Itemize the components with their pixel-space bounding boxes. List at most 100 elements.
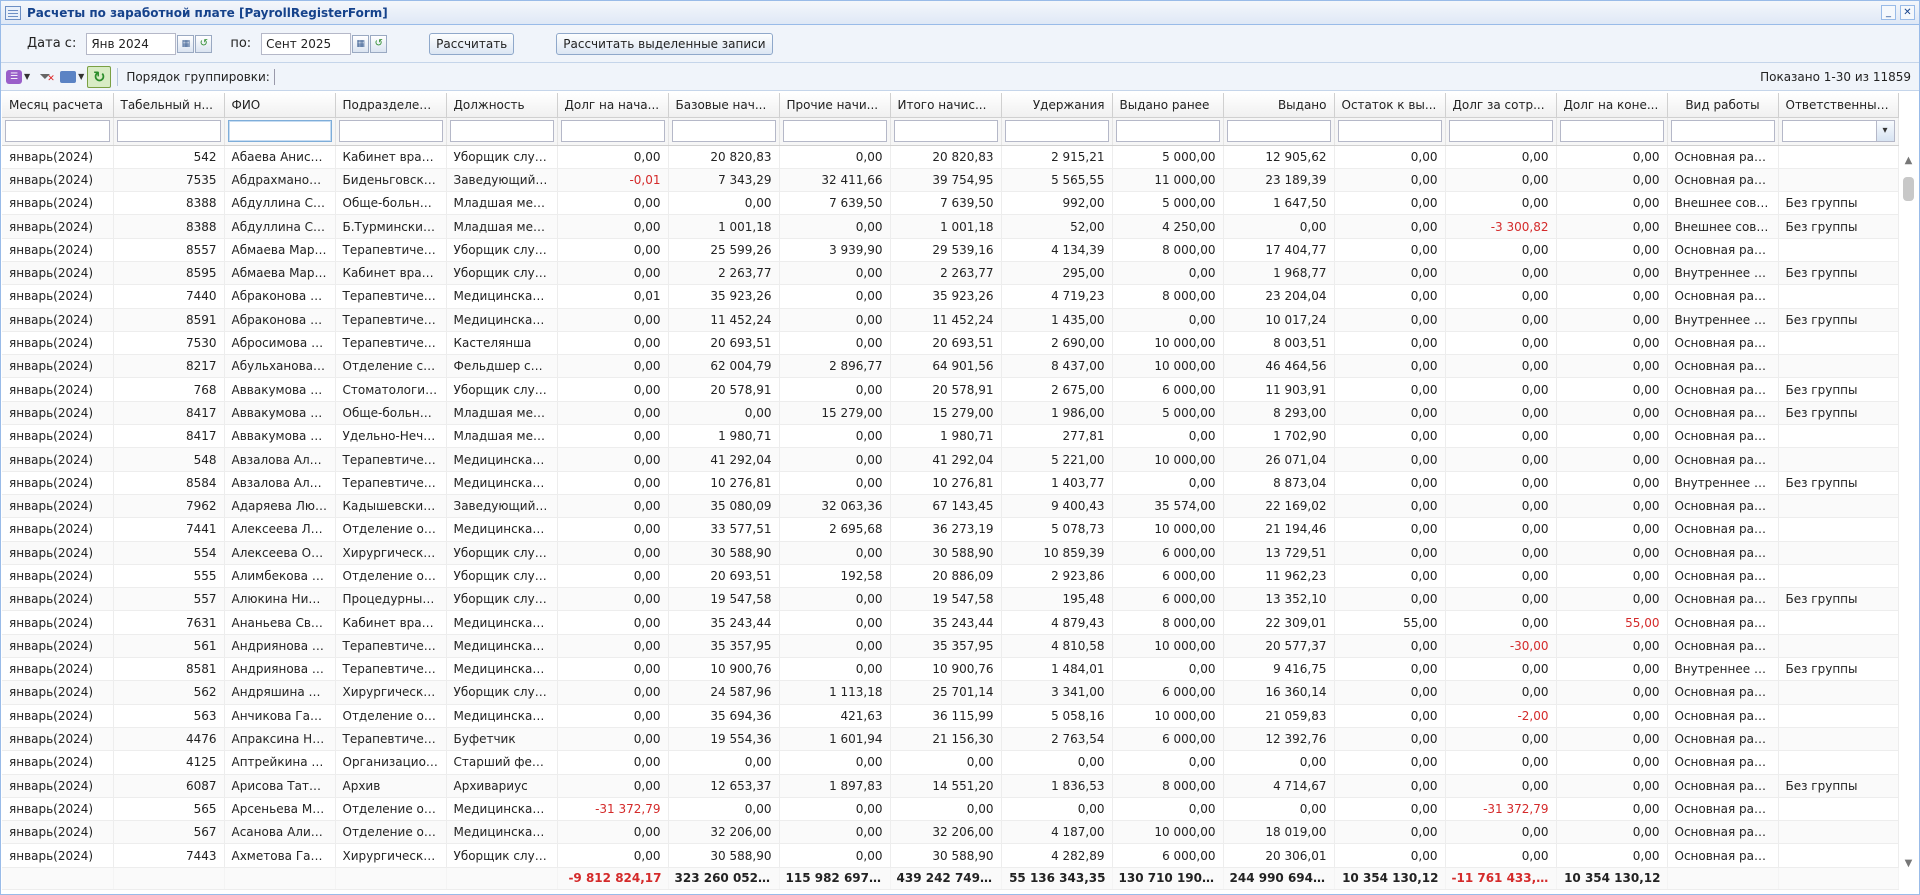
table-row[interactable]: январь(2024) 7530 Абросимова Ма... Терапевт…: [2, 331, 1899, 356]
table-cell: январь(2024): [2, 820, 114, 845]
table-cell: Биденьговский ...: [335, 168, 447, 193]
filter-input[interactable]: [227, 120, 332, 142]
table-row[interactable]: январь(2024) 8584 Авзалова Альб... Терапевт…: [2, 471, 1899, 495]
table-row[interactable]: январь(2024) 555 Алимбекова Ру... Отделение…: [2, 564, 1899, 589]
vertical-scrollbar[interactable]: ▲ ▼: [1900, 153, 1917, 871]
table-row[interactable]: январь(2024) 768 Аввакумова Га... Стоматоло…: [2, 377, 1899, 402]
table-row[interactable]: январь(2024) 6087 Арисова Татьян... Архив Ар…: [2, 774, 1899, 798]
column-header[interactable]: ФИО: [224, 93, 336, 118]
table-cell: январь(2024): [2, 354, 114, 379]
table-row[interactable]: январь(2024) 4476 Апраксина Нат... Терапевт…: [2, 727, 1899, 752]
filter-input[interactable]: [1004, 120, 1109, 142]
filter-input[interactable]: [116, 120, 221, 142]
filter-input[interactable]: [893, 120, 998, 142]
table-row[interactable]: январь(2024) 8595 Абмаева Марин... Кабинет …: [2, 261, 1899, 286]
table-row[interactable]: январь(2024) 7631 Ананьева Свет... Кабинет …: [2, 610, 1899, 635]
table-cell: 0,00: [557, 261, 669, 286]
date-from-input[interactable]: Янв 2024: [86, 32, 177, 55]
calculate-selected-button[interactable]: Рассчитать выделенные записи: [556, 32, 773, 55]
table-row[interactable]: январь(2024) 8417 Аввакумова На... Обще-бол…: [2, 401, 1899, 426]
table-row[interactable]: январь(2024) 8581 Андриянова Та... Терапевт…: [2, 657, 1899, 682]
table-cell: январь(2024): [2, 145, 114, 169]
table-cell: 5 000,00: [1112, 191, 1224, 216]
table-row[interactable]: январь(2024) 8417 Аввакумова На... Удельно-…: [2, 424, 1899, 449]
table-row[interactable]: январь(2024) 7535 Абдрахманова ... Биденьго…: [2, 168, 1899, 193]
minimize-button[interactable]: _: [1881, 5, 1896, 20]
calendar-icon[interactable]: ▦: [352, 34, 370, 53]
filter-input[interactable]: [1337, 120, 1442, 142]
column-header[interactable]: Ответственный...: [1778, 93, 1899, 118]
table-row[interactable]: январь(2024) 567 Асанова Алия И... Отделени…: [2, 820, 1899, 845]
table-row[interactable]: январь(2024) 7441 Алексеева Лид... Отделени…: [2, 517, 1899, 542]
column-header[interactable]: Долг на коне...: [1556, 93, 1668, 118]
date-to-input[interactable]: Сент 2025: [261, 32, 352, 55]
table-row[interactable]: январь(2024) 554 Алексеева Ольг... Хирургич…: [2, 541, 1899, 565]
filter-input[interactable]: [1448, 120, 1553, 142]
table-row[interactable]: январь(2024) 7443 Ахметова Гали... Хирургич…: [2, 843, 1899, 868]
filter-input[interactable]: [1670, 120, 1775, 142]
table-row[interactable]: январь(2024) 8217 Абульханова Гу... Отделен…: [2, 354, 1899, 379]
filter-input[interactable]: [560, 120, 665, 142]
table-row[interactable]: январь(2024) 8388 Абдуллина Сир... Обще-бол…: [2, 191, 1899, 216]
table-cell: 1 001,18: [668, 214, 780, 239]
reset-date-icon[interactable]: ↺: [195, 34, 213, 53]
column-header[interactable]: Долг на нача...: [557, 93, 669, 118]
column-header[interactable]: Подразделение: [335, 93, 447, 118]
table-row[interactable]: январь(2024) 7440 Абраконова Ел... Терапевт…: [2, 284, 1899, 309]
filter-input[interactable]: [1559, 120, 1664, 142]
columns-menu-button[interactable]: ☰ ▼: [5, 66, 31, 88]
column-header[interactable]: Табельный н...: [113, 93, 225, 118]
table-cell: Отделение орг...: [335, 820, 447, 845]
column-header[interactable]: Итого начис...: [890, 93, 1002, 118]
table-cell: 563: [113, 704, 225, 728]
filter-input[interactable]: [782, 120, 887, 142]
scroll-down-icon[interactable]: ▼: [1903, 858, 1914, 869]
column-header[interactable]: Выдано: [1223, 93, 1335, 118]
table-cell: 10 276,81: [890, 471, 1002, 495]
table-row[interactable]: январь(2024) 565 Арсеньева Мар... Отделение…: [2, 797, 1899, 822]
close-button[interactable]: ✕: [1900, 5, 1915, 20]
scroll-up-icon[interactable]: ▲: [1903, 155, 1914, 166]
table-cell: 10 900,76: [890, 657, 1002, 682]
table-cell: Уборщик служе...: [446, 564, 558, 589]
calendar-icon[interactable]: ▦: [177, 34, 195, 53]
filter-input[interactable]: [5, 120, 110, 142]
table-cell: 542: [113, 145, 225, 169]
column-header[interactable]: Месяц расчета: [2, 93, 114, 118]
filter-input[interactable]: [1226, 120, 1331, 142]
clear-filter-button[interactable]: ⏷: [33, 66, 57, 88]
table-row[interactable]: январь(2024) 563 Анчикова Гали... Отделение…: [2, 704, 1899, 728]
scrollbar-thumb[interactable]: [1903, 177, 1914, 201]
table-cell: 0,00: [1556, 541, 1668, 565]
column-header[interactable]: Остаток к вы...: [1334, 93, 1446, 118]
grouping-drop-zone[interactable]: [273, 68, 275, 85]
table-cell: 8388: [113, 214, 225, 239]
table-row[interactable]: январь(2024) 4125 Аптрейкина Ол... Организа…: [2, 750, 1899, 775]
table-row[interactable]: январь(2024) 542 Абаева Аниса А... Кабинет …: [2, 145, 1899, 169]
table-row[interactable]: январь(2024) 8557 Абмаева Марин... Терапевт…: [2, 238, 1899, 262]
column-header[interactable]: Выдано ранее: [1112, 93, 1224, 118]
table-row[interactable]: январь(2024) 548 Авзалова Альб... Терапевти…: [2, 447, 1899, 472]
table-row[interactable]: январь(2024) 8591 Абраконова Ел... Терапевт…: [2, 308, 1899, 332]
table-cell: 1 001,18: [890, 214, 1002, 239]
refresh-button[interactable]: ↻: [87, 65, 112, 88]
table-row[interactable]: январь(2024) 8388 Абдуллина Сир... Б.Турмин…: [2, 214, 1899, 239]
column-header[interactable]: Долг за сотр...: [1445, 93, 1557, 118]
calculate-button[interactable]: Рассчитать: [429, 32, 515, 55]
column-header[interactable]: Должность: [446, 93, 558, 118]
column-header[interactable]: Вид работы: [1667, 93, 1779, 118]
column-header[interactable]: Прочие начи...: [779, 93, 891, 118]
reset-date-icon[interactable]: ↺: [370, 34, 388, 53]
print-button[interactable]: ▼: [59, 66, 85, 88]
filter-input[interactable]: [449, 120, 554, 142]
table-row[interactable]: январь(2024) 561 Андриянова Та... Терапевти…: [2, 634, 1899, 659]
table-row[interactable]: январь(2024) 557 Алюкина Нина ... Процедурн…: [2, 587, 1899, 612]
filter-input[interactable]: [671, 120, 776, 142]
filter-input[interactable]: [1115, 120, 1220, 142]
column-header[interactable]: Базовые нач...: [668, 93, 780, 118]
column-header[interactable]: Удержания: [1001, 93, 1113, 118]
table-row[interactable]: январь(2024) 7962 Адаряева Люд... Кадышевск…: [2, 494, 1899, 519]
table-row[interactable]: январь(2024) 562 Андряшина Ол... Хирургичес…: [2, 680, 1899, 705]
filter-select[interactable]: [1781, 120, 1895, 142]
filter-input[interactable]: [338, 120, 443, 142]
